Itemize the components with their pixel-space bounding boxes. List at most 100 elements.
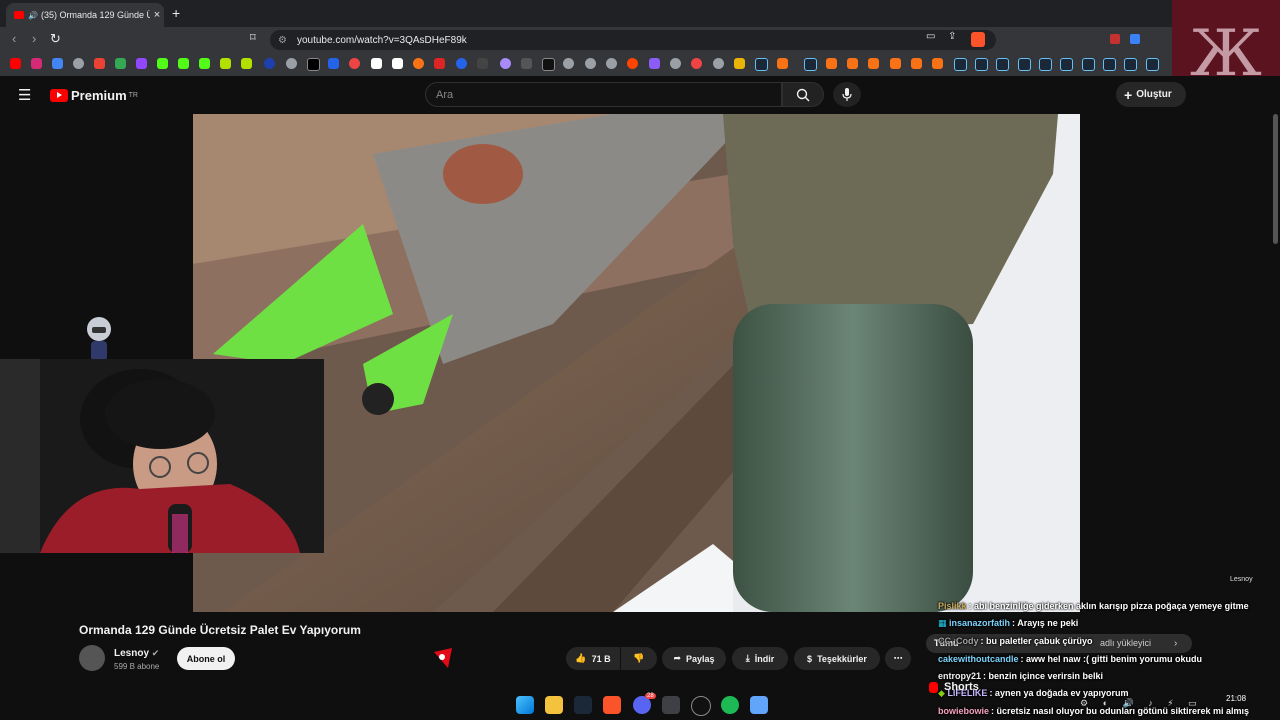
bookmark-app-icon[interactable] — [777, 58, 788, 69]
address-bar[interactable]: ⚙ youtube.com/watch?v=3QAsDHeF89k — [270, 30, 996, 50]
bookmark-app-icon[interactable] — [826, 58, 837, 69]
bookmark-globe-icon[interactable] — [585, 58, 596, 69]
brave-browser-icon[interactable] — [603, 696, 621, 714]
bookmark-translate-icon[interactable] — [52, 58, 63, 69]
bookmark-app-icon[interactable] — [868, 58, 879, 69]
dislike-button[interactable]: 👎 — [621, 647, 657, 670]
taskbar-clock[interactable]: 21:08 — [1226, 694, 1246, 703]
bookmark-steam-icon[interactable] — [1060, 58, 1073, 71]
close-tab-icon[interactable]: × — [150, 9, 164, 21]
new-tab-button[interactable]: + — [172, 5, 180, 21]
bookmark-app-icon[interactable] — [371, 58, 382, 69]
bookmark-app-icon[interactable] — [932, 58, 943, 69]
brave-shield-icon[interactable] — [971, 32, 985, 47]
search-button[interactable] — [782, 82, 824, 107]
bookmark-app-icon[interactable] — [649, 58, 660, 69]
thanks-button[interactable]: $ Teşekkürler — [794, 647, 880, 670]
search-input[interactable]: Ara — [425, 82, 782, 107]
reload-icon[interactable]: ↻ — [50, 31, 61, 47]
back-icon[interactable]: ‹ — [12, 31, 16, 46]
app-icon[interactable] — [662, 696, 680, 714]
bookmark-kick-icon[interactable] — [178, 58, 189, 69]
bookmark-app-icon[interactable] — [349, 58, 360, 69]
bookmark-app-icon[interactable] — [542, 58, 555, 71]
page-scrollbar[interactable] — [1273, 114, 1278, 244]
bookmark-app-icon[interactable] — [264, 58, 275, 69]
bookmark-globe-icon[interactable] — [713, 58, 724, 69]
channel-name-text: Lesnoy — [114, 648, 150, 659]
subscribe-button[interactable]: Abone ol — [177, 647, 235, 670]
bookmark-steam-icon[interactable] — [755, 58, 768, 71]
share-page-icon[interactable]: ⇪ — [948, 31, 956, 42]
bookmark-app-icon[interactable] — [521, 58, 532, 69]
bookmark-x-icon[interactable] — [307, 58, 320, 71]
bookmark-twitch-icon[interactable] — [136, 58, 147, 69]
bookmark-app-icon[interactable] — [691, 58, 702, 69]
youtube-logo[interactable]: Premium TR — [50, 88, 138, 103]
bookmark-app-icon[interactable] — [286, 58, 297, 69]
bookmark-globe-icon[interactable] — [563, 58, 574, 69]
bookmark-steam-icon[interactable] — [996, 58, 1009, 71]
bookmark-app-icon[interactable] — [456, 58, 467, 69]
bookmark-steam-icon[interactable] — [1124, 58, 1137, 71]
bookmark-app-icon[interactable] — [847, 58, 858, 69]
more-actions-button[interactable]: ⋯ — [885, 647, 911, 670]
bookmark-globe-icon[interactable] — [670, 58, 681, 69]
menu-icon[interactable]: ☰ — [18, 86, 31, 104]
audio-icon[interactable]: 🔊 — [28, 11, 38, 20]
extension-icon[interactable] — [1130, 34, 1140, 44]
bookmark-app-icon[interactable] — [434, 58, 445, 69]
channel-name[interactable]: Lesnoy ✔ — [114, 648, 159, 659]
obs-icon[interactable] — [691, 696, 711, 716]
windows-start-icon[interactable] — [516, 696, 534, 714]
like-button[interactable]: 👍 71 B — [566, 647, 620, 670]
bookmark-youtube-icon[interactable] — [10, 58, 21, 69]
bookmark-steam-icon[interactable] — [1082, 58, 1095, 71]
youtube-play-icon — [50, 89, 68, 102]
bookmark-app-icon[interactable] — [477, 58, 488, 69]
bookmark-app-icon[interactable] — [911, 58, 922, 69]
browser-tab[interactable]: 🔊 (35) Ormanda 129 Günde Üc × — [6, 3, 164, 27]
bookmark-steam-icon[interactable] — [1146, 58, 1159, 71]
bookmark-globe-icon[interactable] — [606, 58, 617, 69]
bookmark-gmail-icon[interactable] — [94, 58, 105, 69]
chat-text: : aww hel naw :( gitti benim yorumu okud… — [1020, 654, 1203, 664]
share-label: Paylaş — [686, 653, 715, 664]
bookmark-app-icon[interactable] — [413, 58, 424, 69]
bookmark-app-icon[interactable] — [328, 58, 339, 69]
bookmark-kick-icon[interactable] — [157, 58, 168, 69]
channel-avatar[interactable] — [79, 645, 105, 671]
download-button[interactable]: ⤓ İndir — [732, 647, 788, 670]
extension-icon[interactable] — [1110, 34, 1120, 44]
bookmark-drive-icon[interactable] — [115, 58, 126, 69]
voice-search-button[interactable] — [833, 82, 861, 107]
bookmark-globe-icon[interactable] — [73, 58, 84, 69]
file-explorer-icon[interactable] — [545, 696, 563, 714]
site-info-icon[interactable]: ⚙ — [278, 35, 287, 46]
bookmark-steam-icon[interactable] — [1103, 58, 1116, 71]
bookmark-folder-icon[interactable] — [734, 58, 745, 69]
create-button[interactable]: + Oluştur — [1116, 82, 1186, 107]
bookmark-steam-icon[interactable] — [804, 58, 817, 71]
bookmark-steam-icon[interactable] — [954, 58, 967, 71]
bookmark-steam-icon[interactable] — [1039, 58, 1052, 71]
steam-icon[interactable] — [574, 696, 592, 714]
bookmark-steam-icon[interactable] — [1018, 58, 1031, 71]
bookmark-app-icon[interactable] — [241, 58, 252, 69]
bookmark-app-icon[interactable] — [220, 58, 231, 69]
bookmark-amazon-icon[interactable] — [392, 58, 403, 69]
app-icon[interactable] — [750, 696, 768, 714]
bookmark-reddit-icon[interactable] — [627, 58, 638, 69]
video-player[interactable] — [193, 114, 1080, 612]
spotify-icon[interactable] — [721, 696, 739, 714]
share-button[interactable]: ➦ Paylaş — [662, 647, 726, 670]
bookmark-app-icon[interactable] — [500, 58, 511, 69]
bookmark-kick-icon[interactable] — [199, 58, 210, 69]
bookmark-icon[interactable]: ⌑ — [250, 31, 256, 44]
bookmark-app-icon[interactable] — [890, 58, 901, 69]
cast-icon[interactable]: ▭ — [926, 31, 935, 42]
system-tray[interactable]: ⚙ ◐ 🔊 ♪ ⚡ ▭ — [1080, 698, 1203, 709]
bookmark-steam-icon[interactable] — [975, 58, 988, 71]
bookmark-instagram-icon[interactable] — [31, 58, 42, 69]
forward-icon[interactable]: › — [32, 31, 36, 46]
